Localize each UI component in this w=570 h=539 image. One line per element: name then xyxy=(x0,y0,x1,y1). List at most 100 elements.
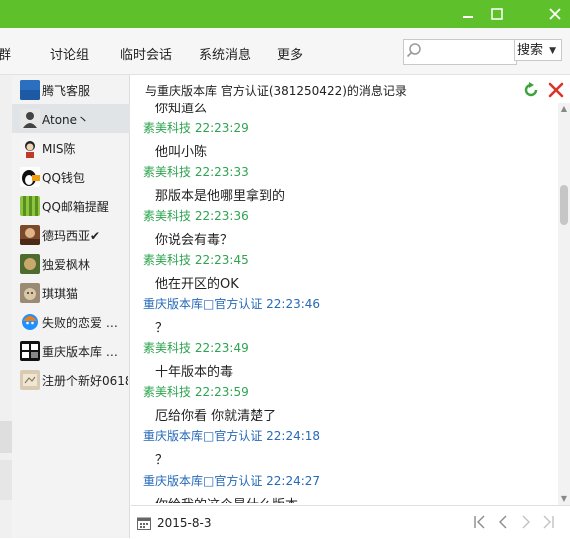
contact-name: QQ钱包 xyxy=(42,171,85,185)
chevron-down-icon: ▼ xyxy=(549,46,556,56)
tab-system-messages[interactable]: 系统消息 xyxy=(199,44,251,63)
vertical-scrollbar[interactable]: ▲ ▼ xyxy=(558,103,570,505)
avatar xyxy=(20,370,40,390)
close-icon xyxy=(549,8,561,20)
contact-name: 失败的恋爱 … xyxy=(42,316,118,330)
avatar-image xyxy=(20,312,40,332)
message-sender-time: 重庆版本库□官方认证 22:24:27 xyxy=(143,474,321,488)
contact-name: 独爱枫林 xyxy=(42,258,91,272)
contact-name: 注册个新好0618 xyxy=(42,374,128,388)
tab-group[interactable]: 群 xyxy=(0,44,11,63)
message-list: 你知道么 素美科技 22:23:29 他叫小陈 素美科技 22:23:33 那版… xyxy=(131,103,553,503)
avatar xyxy=(20,225,40,245)
last-page-icon[interactable] xyxy=(539,513,557,531)
avatar-image xyxy=(20,283,40,303)
contact-item[interactable]: 重庆版本库 … xyxy=(12,336,130,365)
contact-name: MIS陈 xyxy=(42,142,76,156)
search-button[interactable]: 搜索 ▼ xyxy=(514,39,562,61)
message-sender-time: 素美科技 22:23:45 xyxy=(143,253,249,267)
contact-item[interactable]: 德玛西亚✔ xyxy=(12,220,130,249)
scroll-thumb[interactable] xyxy=(560,185,568,225)
avatar-image xyxy=(20,167,40,187)
avatar-image xyxy=(20,80,40,100)
contact-name: 琪琪猫 xyxy=(42,287,79,301)
contact-item[interactable]: 腾飞客服 xyxy=(12,75,130,104)
close-window-button[interactable] xyxy=(545,4,565,24)
strip-highlight xyxy=(0,460,12,500)
contact-list: 腾飞客服 Atone丶 MIS陈 QQ钱包 QQ邮箱提醒 德玛西亚✔ 独爱枫林 … xyxy=(12,75,130,538)
avatar-image xyxy=(20,370,40,390)
avatar xyxy=(20,167,40,187)
avatar-image xyxy=(20,225,40,245)
search-icon xyxy=(406,43,421,58)
message-text: 厄给你看 你就清楚了 xyxy=(155,409,277,424)
avatar xyxy=(20,80,40,100)
tab-discussion[interactable]: 讨论组 xyxy=(50,44,89,63)
refresh-icon[interactable] xyxy=(522,81,540,99)
avatar xyxy=(20,138,40,158)
avatar-image xyxy=(20,138,40,158)
contact-item[interactable]: 琪琪猫 xyxy=(12,278,130,307)
message-text: ？ xyxy=(155,321,169,336)
avatar-image xyxy=(20,196,40,216)
message-text: 那版本是他哪里拿到的 xyxy=(155,189,286,204)
contact-name: Atone丶 xyxy=(42,113,90,127)
message-sender-time: 重庆版本库□官方认证 22:23:46 xyxy=(143,297,321,311)
message-sender-time: 重庆版本库□官方认证 22:24:18 xyxy=(143,429,321,443)
first-page-icon[interactable] xyxy=(471,513,489,531)
contact-item[interactable]: Atone丶 xyxy=(12,104,130,133)
contact-item[interactable]: QQ邮箱提醒 xyxy=(12,191,130,220)
close-icon[interactable] xyxy=(547,81,565,99)
minimize-icon xyxy=(463,16,473,18)
message-text: 你给我的这个是什么版本 xyxy=(155,494,298,503)
message-text: 他在开区的OK xyxy=(155,277,239,292)
minimize-button[interactable] xyxy=(458,4,478,24)
contact-item[interactable]: 失败的恋爱 … xyxy=(12,307,130,336)
message-record-panel: 与重庆版本库 官方认证(381250422)的消息记录 你知道么 素美科技 22… xyxy=(131,75,570,539)
contact-name: QQ邮箱提醒 xyxy=(42,200,109,214)
contact-name: 重庆版本库 … xyxy=(42,345,118,359)
contact-name: 腾飞客服 xyxy=(42,84,91,98)
next-page-icon[interactable] xyxy=(517,513,535,531)
scroll-down-icon[interactable]: ▼ xyxy=(560,495,568,503)
tab-temp-session[interactable]: 临时会话 xyxy=(120,44,172,63)
avatar-image xyxy=(20,341,40,361)
message-text: 你说会有毒？ xyxy=(155,233,234,248)
message-sender-time: 素美科技 22:23:29 xyxy=(143,121,249,135)
previous-page-icon[interactable] xyxy=(494,513,512,531)
message-text: 十年版本的毒 xyxy=(155,365,234,380)
maximize-button[interactable] xyxy=(487,4,507,24)
contact-name: 德玛西亚✔ xyxy=(42,229,101,243)
record-date: 2015-8-3 xyxy=(157,516,212,530)
search-button-label: 搜索 xyxy=(517,43,544,58)
avatar xyxy=(20,283,40,303)
tab-more[interactable]: 更多 xyxy=(277,44,303,63)
avatar xyxy=(20,254,40,274)
title-bar xyxy=(0,0,570,28)
left-edge-strip xyxy=(0,75,12,538)
avatar-image xyxy=(20,254,40,274)
contact-item[interactable]: 注册个新好0618 xyxy=(12,365,130,394)
contact-item[interactable]: MIS陈 xyxy=(12,133,130,162)
maximize-icon xyxy=(491,8,503,20)
message-sender-time: 素美科技 22:23:49 xyxy=(143,341,249,355)
message-text: ？ xyxy=(155,453,169,468)
tab-bar: 群 讨论组 临时会话 系统消息 更多 搜索 ▼ xyxy=(0,28,570,75)
avatar xyxy=(20,196,40,216)
strip-highlight xyxy=(0,421,12,453)
chat-header-title: 与重庆版本库 官方认证(381250422)的消息记录 xyxy=(145,84,407,98)
message-text: 你知道么 xyxy=(155,103,208,116)
avatar xyxy=(20,341,40,361)
avatar xyxy=(20,109,40,129)
calendar-icon[interactable] xyxy=(137,516,151,530)
scroll-up-icon[interactable]: ▲ xyxy=(560,105,568,113)
message-sender-time: 素美科技 22:23:59 xyxy=(143,385,249,399)
contact-item[interactable]: 独爱枫林 xyxy=(12,249,130,278)
record-footer: 2015-8-3 xyxy=(131,505,570,539)
message-sender-time: 素美科技 22:23:36 xyxy=(143,209,249,223)
avatar xyxy=(20,312,40,332)
message-text: 他叫小陈 xyxy=(155,145,208,160)
contact-item[interactable]: QQ钱包 xyxy=(12,162,130,191)
avatar-image xyxy=(20,109,40,129)
message-sender-time: 素美科技 22:23:33 xyxy=(143,165,249,179)
